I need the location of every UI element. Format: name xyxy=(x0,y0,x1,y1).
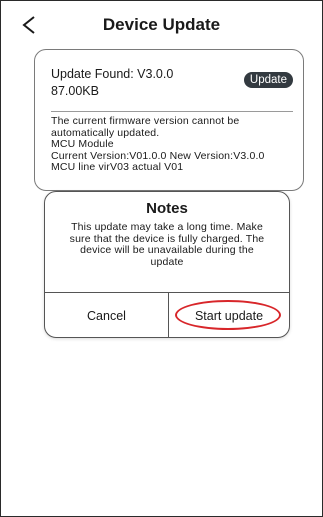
divider xyxy=(51,111,293,112)
app-screen: Device Update Update Found: V3.0.0 87.00… xyxy=(0,0,323,517)
update-button[interactable]: Update xyxy=(243,72,293,88)
cancel-button[interactable]: Cancel xyxy=(45,293,169,337)
notes-dialog: Notes This update may take a long time. … xyxy=(44,191,290,338)
update-info-card: Update Found: V3.0.0 87.00KB Update The … xyxy=(34,49,304,191)
dialog-message-line: update xyxy=(150,255,184,268)
dialog-button-row: Cancel Start update xyxy=(45,292,289,337)
description-line: MCU Module xyxy=(51,138,114,150)
firmware-description: The current firmware version cannot be a… xyxy=(51,115,301,174)
start-update-button[interactable]: Start update xyxy=(169,293,289,337)
update-found-text: Update Found: V3.0.0 xyxy=(51,67,174,81)
dialog-title: Notes xyxy=(146,200,188,217)
header-bar: Device Update xyxy=(1,1,322,51)
dialog-message-line: This update may take a long time. Make xyxy=(71,221,263,233)
page-title: Device Update xyxy=(102,15,221,34)
dialog-message: This update may take a long time. Make s… xyxy=(55,221,279,268)
description-line: MCU line virV03 actual V01 xyxy=(51,161,184,173)
description-line: The current firmware version cannot be xyxy=(51,115,240,127)
dialog-message-line: device will be unavailable during the xyxy=(80,244,254,256)
update-size-text: 87.00KB xyxy=(51,84,99,98)
start-update-label: Start update xyxy=(194,308,264,323)
